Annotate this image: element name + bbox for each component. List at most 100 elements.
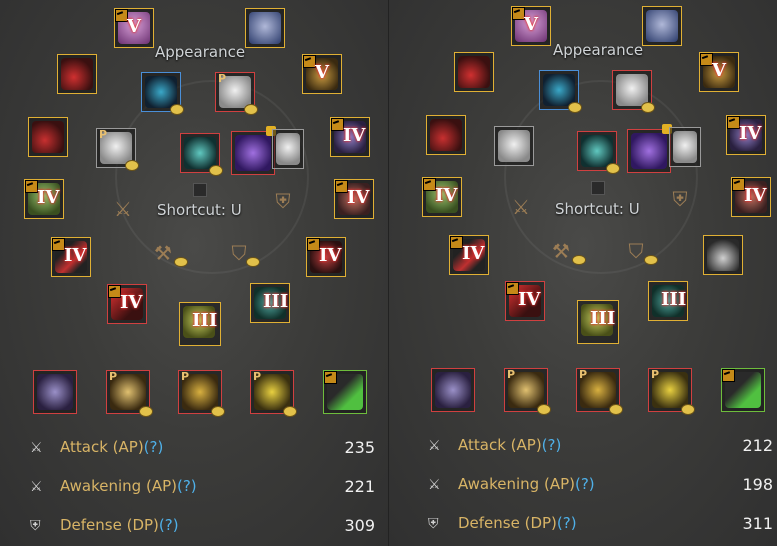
help-button[interactable]: (?) <box>557 514 577 532</box>
awakening-weapon-slot[interactable]: IV <box>505 281 545 321</box>
costume-top-slot[interactable]: P <box>215 72 258 115</box>
necklace-slot[interactable] <box>454 52 494 92</box>
costume-locked-slot[interactable] <box>231 126 276 175</box>
ring-slot[interactable]: V <box>699 52 739 92</box>
gloves-slot[interactable]: IV <box>334 179 374 219</box>
enhance-level: IV <box>435 185 458 206</box>
costume-helmet-slot[interactable] <box>642 6 682 46</box>
help-button[interactable]: (?) <box>144 438 164 456</box>
enhance-level: IV <box>319 245 342 266</box>
costume-locked-slot[interactable] <box>627 124 672 173</box>
lifeskill-clothes-slot[interactable] <box>431 368 475 412</box>
main-weapon-slot[interactable] <box>426 115 466 155</box>
earring-slot[interactable]: IV <box>726 115 766 155</box>
dagger-outline-icon: ⚒ <box>154 241 172 265</box>
costume-armor-slot[interactable]: P <box>96 128 139 171</box>
stat-attack: ⚔ Attack (AP)(?) 212 <box>428 436 773 458</box>
costume-helmet-slot[interactable] <box>245 8 285 48</box>
belt-slot[interactable]: IV <box>306 237 346 277</box>
appearance-toggle-checkbox[interactable] <box>193 183 207 197</box>
glasses-slot[interactable]: P <box>178 370 225 417</box>
visibility-icon[interactable] <box>606 163 620 174</box>
clothes-icon <box>37 374 73 410</box>
enhance-level: IV <box>739 123 762 144</box>
shoes-slot[interactable]: IV <box>449 235 489 275</box>
help-button[interactable]: (?) <box>575 475 595 493</box>
costume-cloak-slot[interactable] <box>180 133 223 176</box>
shoes-slot[interactable]: IV <box>51 237 91 277</box>
help-button[interactable]: (?) <box>159 516 179 534</box>
stat-label: Attack (AP) <box>60 438 144 456</box>
costume-underwear-slot[interactable] <box>669 127 701 167</box>
visibility-icon[interactable] <box>681 404 695 415</box>
visibility-icon[interactable] <box>572 255 586 265</box>
visibility-icon[interactable] <box>641 102 655 113</box>
appearance-toggle-checkbox[interactable] <box>591 181 605 195</box>
stat-label: Awakening (AP) <box>458 475 575 493</box>
costume-underwear-slot[interactable] <box>272 129 304 169</box>
lifeskill-clothes-slot[interactable] <box>33 370 77 414</box>
shortcut-label: Shortcut: U <box>157 201 242 219</box>
visibility-icon[interactable] <box>246 257 260 267</box>
visibility-icon[interactable] <box>170 104 184 115</box>
shield-outline-icon: ⛨ <box>672 187 688 211</box>
lantern-slot[interactable]: P <box>504 368 551 415</box>
necklace-slot[interactable] <box>57 54 97 94</box>
cloak-icon <box>184 137 216 169</box>
help-button[interactable]: (?) <box>542 436 562 454</box>
sword-icon: ⚔ <box>30 440 43 456</box>
visibility-icon[interactable] <box>244 104 258 115</box>
helmet-icon <box>646 10 678 42</box>
premium-marker: P <box>651 368 660 381</box>
sub-weapon-slot[interactable]: IV <box>24 179 64 219</box>
visibility-icon[interactable] <box>209 165 223 176</box>
visibility-icon[interactable] <box>283 406 297 417</box>
costume-cloak-slot[interactable] <box>577 131 620 174</box>
tool-slot[interactable] <box>323 370 367 414</box>
stat-label: Defense (DP) <box>458 514 557 532</box>
costume-top-slot[interactable] <box>612 70 655 113</box>
enhance-level: III <box>263 291 289 312</box>
main-weapon-slot[interactable] <box>28 117 68 157</box>
equipment-ring <box>504 80 698 274</box>
visibility-icon[interactable] <box>568 102 582 113</box>
glasses-slot[interactable]: P <box>576 368 623 415</box>
artifact-slot[interactable]: III <box>250 283 290 323</box>
costume-accessory-slot[interactable] <box>539 70 582 113</box>
help-button[interactable]: (?) <box>177 477 197 495</box>
alchemy-stone-slot[interactable]: III <box>179 302 221 346</box>
costume-armor-slot[interactable] <box>494 126 534 166</box>
star-accessory-slot[interactable]: P <box>250 370 297 417</box>
ring-slot[interactable]: V <box>302 54 342 94</box>
visibility-icon[interactable] <box>609 404 623 415</box>
tool-slot[interactable] <box>721 368 765 412</box>
visibility-icon[interactable] <box>139 406 153 417</box>
lantern-slot[interactable]: P <box>106 370 153 417</box>
visibility-icon[interactable] <box>125 160 139 171</box>
enhance-level: III <box>192 310 218 331</box>
enhance-level: IV <box>744 185 767 206</box>
premium-marker: P <box>99 128 108 141</box>
enhance-level: IV <box>347 187 370 208</box>
stat-value: 221 <box>344 477 375 496</box>
earring-slot[interactable]: IV <box>330 117 370 157</box>
visibility-icon[interactable] <box>211 406 225 417</box>
alchemy-stone-slot[interactable]: III <box>577 300 619 344</box>
visibility-icon[interactable] <box>644 255 658 265</box>
visibility-icon[interactable] <box>174 257 188 267</box>
gloves-slot[interactable]: IV <box>731 177 771 217</box>
star-accessory-slot[interactable]: P <box>648 368 695 415</box>
costume-accessory-slot[interactable] <box>141 72 184 115</box>
costume-icon <box>673 131 697 163</box>
awakening-weapon-slot[interactable]: IV <box>107 284 147 324</box>
visibility-icon[interactable] <box>537 404 551 415</box>
stat-defense: ⛨ Defense (DP)(?) 309 <box>30 516 375 538</box>
necklace-chain-slot[interactable] <box>703 235 743 275</box>
dagger-outline-icon: ⚒ <box>552 239 570 263</box>
artifact-slot[interactable]: III <box>648 281 688 321</box>
lock-icon <box>722 369 735 382</box>
enhance-level: V <box>712 60 726 81</box>
helmet-slot[interactable]: V <box>511 6 551 46</box>
sub-weapon-slot[interactable]: IV <box>422 177 462 217</box>
helmet-slot[interactable]: V <box>114 8 154 48</box>
